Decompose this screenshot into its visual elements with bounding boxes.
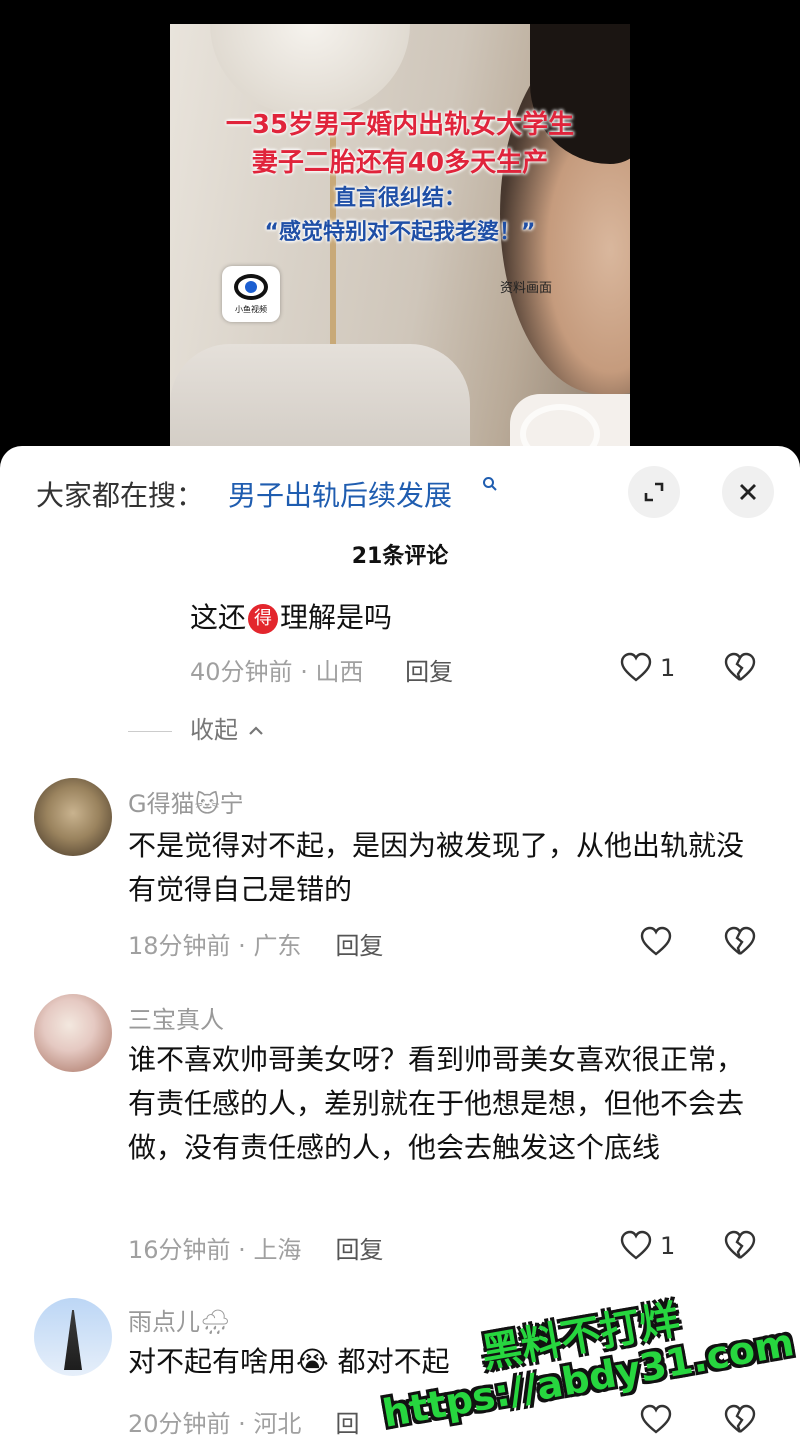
- comment-meta: 20分钟前 · 河北回: [128, 1410, 360, 1438]
- comment-sheet: 大家都在搜： 男子出轨后续发展 21条评论 这还得理解是吗 40分钟前 · 山西…: [0, 446, 800, 1440]
- comment-meta: 18分钟前 · 广东 回复: [128, 932, 384, 960]
- comment-text: 谁不喜欢帅哥美女呀？看到帅哥美女喜欢很正常，有责任感的人，差别就在于他想是想，但…: [128, 1043, 745, 1164]
- caption-line-1: 一35岁男子婚内出轨女大学生: [225, 110, 575, 140]
- expand-icon: [644, 482, 664, 502]
- avatar[interactable]: [34, 1298, 112, 1376]
- like-count: 1: [660, 654, 676, 682]
- heart-icon: [640, 1404, 672, 1434]
- expand-button[interactable]: [628, 466, 680, 518]
- search-icon[interactable]: [482, 476, 498, 492]
- eiffel-tower-image: [64, 1310, 82, 1370]
- reply-button[interactable]: 回复: [335, 1236, 383, 1264]
- reply-button[interactable]: 回复: [335, 932, 383, 960]
- heart-icon: [640, 926, 672, 956]
- trending-search-bar: 大家都在搜： 男子出轨后续发展: [0, 446, 800, 536]
- comment-text: 不是觉得对不起，是因为被发现了，从他出轨就没有觉得自己是错的: [128, 829, 745, 906]
- reply-meta: 40分钟前 · 山西 回复: [190, 658, 454, 686]
- broken-heart-icon: [724, 1230, 756, 1259]
- like-count: 1: [660, 1232, 676, 1260]
- broken-heart-icon: [724, 652, 756, 681]
- collapse-replies[interactable]: 收起: [128, 710, 266, 745]
- close-button[interactable]: [722, 466, 774, 518]
- video-channel-logo: 小鱼视频: [222, 266, 280, 322]
- dislike-button[interactable]: [724, 1230, 764, 1270]
- caption-line-3: 直言很纠结：: [333, 186, 466, 211]
- comment-location: 河北: [253, 1410, 302, 1438]
- trending-search-link[interactable]: 男子出轨后续发展: [228, 474, 452, 514]
- heart-icon: [620, 1230, 652, 1260]
- reply-text: 这还得理解是吗: [190, 601, 393, 634]
- caption-line-4: “感觉特别对不起我老婆！”: [264, 220, 536, 245]
- background-sofa: [170, 344, 470, 454]
- avatar[interactable]: [34, 778, 112, 856]
- reply-location: 山西: [315, 658, 364, 686]
- like-button[interactable]: [640, 924, 730, 964]
- reply-button[interactable]: 回: [335, 1410, 359, 1438]
- comment-username[interactable]: G得猫🐱宁: [128, 784, 244, 819]
- like-button[interactable]: 1: [620, 650, 710, 690]
- reply-button[interactable]: 回复: [405, 658, 453, 686]
- broken-heart-icon: [724, 926, 756, 955]
- emoji-badge: 得: [248, 604, 279, 634]
- like-button[interactable]: 1: [620, 1228, 710, 1268]
- chevron-up-icon: [248, 726, 263, 735]
- broken-heart-icon: [724, 1404, 756, 1433]
- comment-text: 对不起有啥用😭 都对不起: [128, 1345, 450, 1378]
- comment-time: 20分钟前: [128, 1410, 231, 1438]
- heart-icon: [620, 652, 652, 682]
- dislike-button[interactable]: [724, 652, 764, 692]
- comment-time: 16分钟前: [128, 1236, 231, 1264]
- comment-username[interactable]: 雨点儿🌧: [128, 1302, 230, 1337]
- dislike-button[interactable]: [724, 1404, 764, 1440]
- close-icon: [740, 484, 756, 500]
- comment-location: 广东: [253, 932, 302, 960]
- logo-text: 小鱼视频: [235, 305, 267, 314]
- like-button[interactable]: [640, 1402, 730, 1440]
- comment-location: 上海: [253, 1236, 302, 1264]
- avatar[interactable]: [34, 994, 112, 1072]
- dislike-button[interactable]: [724, 926, 764, 966]
- background-lamp: [210, 24, 410, 114]
- comment-username[interactable]: 三宝真人: [128, 1000, 224, 1035]
- trending-search-label: 大家都在搜：: [36, 479, 205, 512]
- video-caption: 一35岁男子婚内出轨女大学生 妻子二胎还有40多天生产 直言很纠结： “感觉特别…: [170, 106, 630, 250]
- comment-meta: 16分钟前 · 上海 回复: [128, 1236, 384, 1264]
- reply-time: 40分钟前: [190, 658, 293, 686]
- source-note: 资料画面: [500, 281, 553, 296]
- comment-time: 18分钟前: [128, 932, 231, 960]
- caption-line-2: 妻子二胎还有40多天生产: [251, 148, 549, 178]
- video-frame[interactable]: 一35岁男子婚内出轨女大学生 妻子二胎还有40多天生产 直言很纠结： “感觉特别…: [170, 24, 630, 454]
- comments-count: 21条评论: [351, 544, 449, 569]
